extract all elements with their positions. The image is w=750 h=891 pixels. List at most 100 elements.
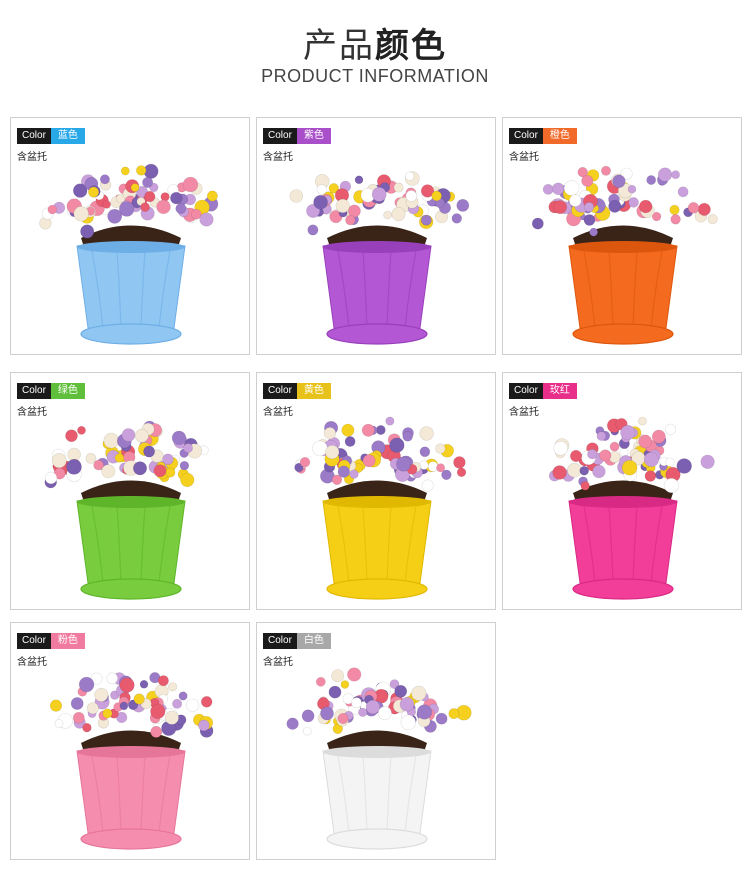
flower bbox=[431, 190, 442, 202]
flower bbox=[581, 174, 594, 187]
flower bbox=[589, 227, 598, 237]
flower bbox=[102, 708, 113, 719]
flower bbox=[130, 183, 140, 192]
flower bbox=[619, 447, 629, 457]
flower bbox=[451, 213, 463, 224]
color-tag-label: Color bbox=[17, 383, 51, 399]
pot-saucer bbox=[572, 578, 674, 600]
flower bbox=[627, 184, 637, 194]
flower bbox=[168, 682, 178, 692]
flower bbox=[119, 701, 129, 711]
flower bbox=[421, 479, 434, 492]
flower bbox=[621, 459, 638, 476]
flower bbox=[599, 449, 612, 462]
flower bbox=[399, 697, 415, 712]
flower bbox=[313, 194, 328, 210]
flower bbox=[405, 190, 418, 202]
flower bbox=[677, 186, 689, 198]
flower bbox=[178, 691, 188, 701]
flower bbox=[140, 202, 150, 212]
flower bbox=[107, 208, 123, 224]
page-subtitle: PRODUCT INFORMATION bbox=[261, 66, 489, 86]
page-title: 产品颜色 bbox=[0, 18, 750, 67]
flower bbox=[198, 719, 210, 732]
flower bbox=[400, 714, 417, 731]
flower bbox=[199, 212, 214, 227]
flower bbox=[206, 190, 218, 202]
title-light: 产品 bbox=[303, 26, 375, 66]
flower bbox=[153, 464, 167, 478]
flower bbox=[134, 428, 149, 443]
tray-note: 含盆托 bbox=[509, 407, 539, 418]
tray-note: 含盆托 bbox=[263, 152, 293, 163]
flower bbox=[456, 467, 467, 478]
flower bbox=[65, 429, 78, 443]
flower bbox=[664, 423, 676, 435]
flower bbox=[133, 461, 148, 476]
flower bbox=[286, 717, 299, 730]
title-bold: 颜色 bbox=[375, 26, 447, 66]
flower bbox=[150, 703, 166, 719]
flower bbox=[170, 191, 183, 205]
flower bbox=[139, 679, 149, 689]
pot-saucer bbox=[80, 323, 182, 345]
flower bbox=[644, 470, 657, 482]
color-tag: Color 绿色 bbox=[17, 383, 85, 399]
flower bbox=[101, 464, 116, 479]
flower bbox=[580, 481, 590, 491]
product-card-pink: Color 粉色 含盆托 bbox=[10, 622, 250, 860]
flower bbox=[531, 217, 544, 230]
flower bbox=[620, 424, 636, 441]
flower bbox=[337, 713, 349, 725]
flower bbox=[183, 443, 193, 453]
color-tag-value: 黄色 bbox=[296, 383, 331, 399]
flower bbox=[341, 423, 355, 437]
color-tag: Color 蓝色 bbox=[17, 128, 85, 144]
flower bbox=[102, 200, 111, 209]
flower bbox=[583, 214, 596, 226]
flower bbox=[453, 456, 466, 469]
flower bbox=[393, 182, 404, 193]
product-card-white: Color 白色 含盆托 bbox=[256, 622, 496, 860]
product-card-blue: Color 蓝色 含盆托 bbox=[10, 117, 250, 355]
flower bbox=[646, 175, 657, 185]
flower bbox=[289, 189, 304, 203]
flower bbox=[328, 685, 342, 699]
flower bbox=[165, 467, 176, 478]
color-tag-value: 橙色 bbox=[542, 128, 577, 144]
pot-saucer bbox=[80, 578, 182, 600]
color-tag-label: Color bbox=[263, 128, 297, 144]
flower bbox=[320, 706, 334, 721]
flower bbox=[142, 176, 154, 188]
flower bbox=[106, 672, 118, 685]
product-card-rose: Color 玫红 含盆托 bbox=[502, 372, 742, 610]
flower bbox=[312, 440, 328, 457]
flower bbox=[344, 436, 356, 447]
flower bbox=[121, 428, 136, 442]
flower bbox=[628, 197, 639, 208]
flower bbox=[143, 445, 155, 458]
color-tag-label: Color bbox=[263, 633, 297, 649]
flower bbox=[72, 711, 85, 724]
tray-note: 含盆托 bbox=[263, 657, 293, 668]
pot-rim bbox=[77, 496, 185, 508]
flower bbox=[456, 199, 470, 212]
flower bbox=[120, 166, 130, 176]
color-tag: Color 紫色 bbox=[263, 128, 331, 144]
flower bbox=[587, 448, 598, 460]
pot-saucer bbox=[572, 323, 674, 345]
pot-rim bbox=[323, 746, 431, 758]
flower bbox=[51, 453, 67, 469]
flower bbox=[157, 675, 169, 687]
flower bbox=[354, 175, 364, 185]
pot-rim bbox=[569, 496, 677, 508]
product-card-green: Color 绿色 含盆托 bbox=[10, 372, 250, 610]
tray-note: 含盆托 bbox=[509, 152, 539, 163]
flower bbox=[608, 199, 622, 213]
flower bbox=[299, 456, 311, 468]
flower bbox=[54, 719, 64, 728]
flower bbox=[358, 707, 368, 717]
flower bbox=[568, 194, 582, 207]
flower bbox=[676, 458, 692, 474]
flower bbox=[78, 676, 95, 693]
